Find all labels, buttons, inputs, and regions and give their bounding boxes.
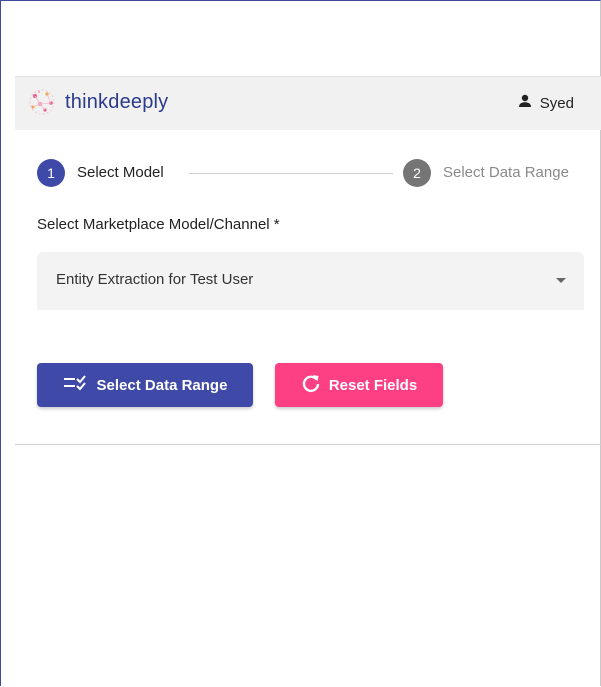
stepper-connector <box>189 173 393 174</box>
user-name: Syed <box>539 94 574 112</box>
brand-logo[interactable]: thinkdeeply <box>25 87 168 117</box>
step-1-indicator[interactable]: 1 <box>37 159 65 187</box>
person-icon <box>518 94 540 112</box>
marketplace-model-label: Select Marketplace Model/Channel * <box>37 216 280 233</box>
user-menu[interactable]: Syed <box>518 94 574 112</box>
caret-down-icon <box>556 278 566 283</box>
selected-model-value: Entity Extraction for Test User <box>56 271 254 288</box>
app-frame: thinkdeeply Syed 1 Select Model 2 Select… <box>0 0 601 686</box>
section-divider <box>15 444 601 445</box>
marketplace-model-select[interactable]: Entity Extraction for Test User <box>37 252 584 310</box>
reset-fields-button[interactable]: Reset Fields <box>275 363 443 407</box>
refresh-icon <box>301 373 329 397</box>
stepper: 1 Select Model 2 Select Data Range <box>37 159 587 187</box>
step-2-indicator[interactable]: 2 <box>403 159 431 187</box>
checklist-icon <box>63 375 97 395</box>
neural-network-icon <box>25 87 59 117</box>
app-header: thinkdeeply Syed <box>15 76 601 130</box>
reset-fields-label: Reset Fields <box>328 376 418 394</box>
logo-text: thinkdeeply <box>65 90 169 113</box>
step-1-label[interactable]: Select Model <box>77 164 164 181</box>
step-2-label[interactable]: Select Data Range <box>443 164 569 181</box>
select-data-range-button[interactable]: Select Data Range <box>37 363 253 407</box>
select-data-range-label: Select Data Range <box>96 376 228 394</box>
